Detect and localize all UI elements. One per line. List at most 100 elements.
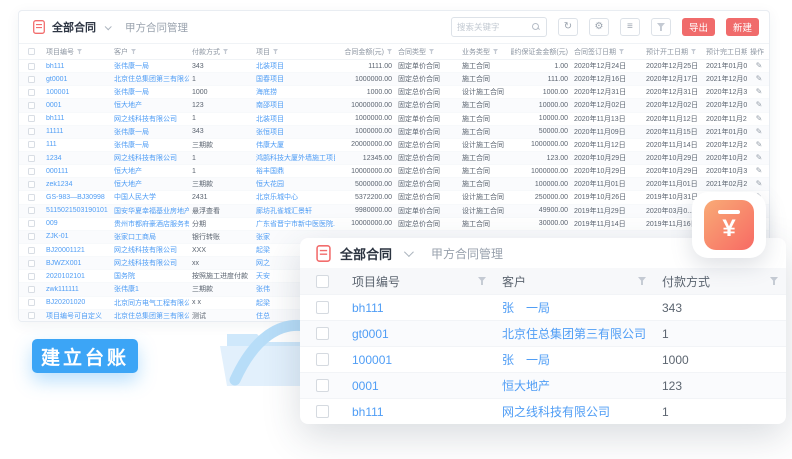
cell-project[interactable]: 海底捞	[253, 87, 335, 97]
filter-icon[interactable]	[77, 49, 82, 54]
row-checkbox[interactable]	[28, 312, 35, 319]
row-checkbox[interactable]	[316, 275, 329, 288]
row-checkbox[interactable]	[28, 273, 35, 280]
edit-icon[interactable]: ✎	[756, 115, 763, 123]
cell-customer[interactable]: 网之线科技有限公司	[111, 153, 189, 163]
cell-code[interactable]: gt0001	[43, 76, 111, 83]
cell-code[interactable]: 009	[43, 220, 111, 227]
cell-customer[interactable]: 北京住总集团第三有限公司	[111, 311, 189, 321]
new-button[interactable]: 新建	[726, 18, 759, 36]
cell-customer[interactable]: 贵州市都府豪酒店服务有...	[111, 219, 189, 229]
columns-button[interactable]: ≡	[620, 18, 640, 36]
row-checkbox[interactable]	[316, 301, 329, 314]
cell-customer[interactable]: 恒大地产	[111, 179, 189, 189]
row-checkbox[interactable]	[28, 141, 35, 148]
cell-code[interactable]: 100001	[43, 89, 111, 96]
cell-customer[interactable]: 张 一局	[494, 299, 654, 316]
cell-customer[interactable]: 网之线科技有限公司	[111, 114, 189, 124]
cell-customer[interactable]: 中国人民大学	[111, 192, 189, 202]
cell-customer[interactable]: 网之线科技有限公司	[111, 258, 189, 268]
row-checkbox[interactable]	[28, 207, 35, 214]
row-checkbox[interactable]	[316, 379, 329, 392]
cell-code[interactable]: 0001	[344, 379, 494, 393]
edit-icon[interactable]: ✎	[756, 180, 763, 188]
row-checkbox[interactable]	[28, 299, 35, 306]
refresh-button[interactable]: ↻	[558, 18, 578, 36]
cell-project[interactable]: 北装项目	[253, 114, 335, 124]
cell-code[interactable]: GS-983—BJ30998	[43, 194, 111, 201]
row-checkbox[interactable]	[28, 247, 35, 254]
cell-code[interactable]: BJ20201020	[43, 299, 111, 306]
filter-button[interactable]	[651, 18, 671, 36]
row-checkbox[interactable]	[28, 76, 35, 83]
chevron-down-icon[interactable]	[404, 247, 414, 257]
edit-icon[interactable]: ✎	[756, 75, 763, 83]
row-checkbox[interactable]	[28, 102, 35, 109]
cell-project[interactable]: 广东省晋宁市新中医医院...	[253, 219, 335, 229]
cell-customer[interactable]: 网之线科技有限公司	[494, 403, 654, 420]
cell-code[interactable]: ZJK-01	[43, 233, 111, 240]
cell-customer[interactable]: 北京住总集团第三有限公司	[111, 74, 189, 84]
cell-customer[interactable]: 张伟康一局	[111, 127, 189, 137]
cell-customer[interactable]: 恒大地产	[494, 377, 654, 394]
cell-project[interactable]: 廊坊孔雀城汇景轩	[253, 206, 335, 216]
cell-code[interactable]: 0001	[43, 102, 111, 109]
filter-icon[interactable]	[619, 49, 624, 54]
cell-customer[interactable]: 北京住总集团第三有限公司	[494, 325, 654, 342]
cell-customer[interactable]: 国安华夏幸福基业房地产...	[111, 206, 189, 216]
row-checkbox[interactable]	[28, 220, 35, 227]
cell-code[interactable]: 5115021503190101	[43, 207, 111, 214]
filter-icon[interactable]	[387, 49, 392, 54]
cell-customer[interactable]: 张家口工商局	[111, 232, 189, 242]
cell-code[interactable]: 100001	[344, 353, 494, 367]
cell-customer[interactable]: 网之线科技有限公司	[111, 245, 189, 255]
cell-customer[interactable]: 张伟康一局	[111, 87, 189, 97]
cell-customer[interactable]: 北京同方电气工程有限公司	[111, 298, 189, 308]
filter-icon[interactable]	[770, 277, 778, 285]
search-input[interactable]	[457, 22, 529, 32]
filter-icon[interactable]	[478, 277, 486, 285]
cell-customer[interactable]: 张伟康一局	[111, 140, 189, 150]
filter-icon[interactable]	[691, 49, 696, 54]
edit-icon[interactable]: ✎	[756, 154, 763, 162]
cell-code[interactable]: BJ20001121	[43, 247, 111, 254]
cell-code[interactable]: zek1234	[43, 181, 111, 188]
cell-project[interactable]: 裕丰国鼎	[253, 166, 335, 176]
cell-code[interactable]: BJWZX001	[43, 260, 111, 267]
cell-code[interactable]: bh111	[43, 115, 111, 122]
cell-code[interactable]: 11111	[43, 128, 111, 135]
chevron-down-icon[interactable]	[105, 23, 112, 30]
search-icon[interactable]	[532, 23, 541, 32]
filter-icon[interactable]	[131, 49, 136, 54]
cell-project[interactable]: 北装项目	[253, 61, 335, 71]
filter-icon[interactable]	[429, 49, 434, 54]
cell-code[interactable]: 111	[43, 141, 111, 148]
filter-icon[interactable]	[273, 49, 278, 54]
row-checkbox[interactable]	[28, 181, 35, 188]
row-checkbox[interactable]	[316, 353, 329, 366]
cell-code[interactable]: 1234	[43, 155, 111, 162]
cell-code[interactable]: zwk111111	[43, 286, 111, 293]
cell-project[interactable]: 恒大花园	[253, 179, 335, 189]
cell-project[interactable]: 国春项目	[253, 74, 335, 84]
row-checkbox[interactable]	[316, 405, 329, 418]
cell-project[interactable]: 张恒项目	[253, 127, 335, 137]
cell-project[interactable]: 南邵项目	[253, 100, 335, 110]
cell-code[interactable]: 2020102101	[43, 273, 111, 280]
filter-icon[interactable]	[223, 49, 228, 54]
row-checkbox[interactable]	[28, 194, 35, 201]
row-checkbox[interactable]	[28, 63, 35, 70]
settings-button[interactable]: ⚙	[589, 18, 609, 36]
row-checkbox[interactable]	[28, 48, 35, 55]
row-checkbox[interactable]	[28, 260, 35, 267]
cell-code[interactable]: gt0001	[344, 327, 494, 341]
row-checkbox[interactable]	[28, 89, 35, 96]
cell-customer[interactable]: 张伟康1	[111, 284, 189, 294]
edit-icon[interactable]: ✎	[756, 141, 763, 149]
edit-icon[interactable]: ✎	[756, 167, 763, 175]
cell-code[interactable]: 000111	[43, 168, 111, 175]
cell-code[interactable]: bh111	[43, 63, 111, 70]
export-button[interactable]: 导出	[682, 18, 715, 36]
cell-code[interactable]: bh111	[344, 301, 494, 315]
edit-icon[interactable]: ✎	[756, 101, 763, 109]
